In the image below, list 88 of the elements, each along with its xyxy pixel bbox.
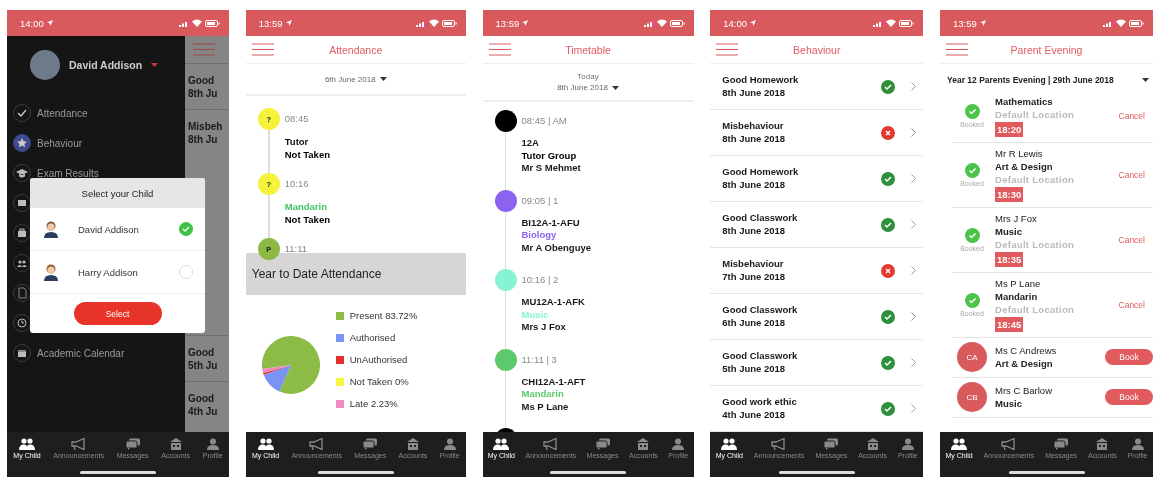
record-date: 7th June 2018 (722, 270, 786, 283)
record-date: 6th June 2018 (722, 316, 786, 329)
subject-name: Mathematics (995, 95, 1053, 108)
legend-label: Present 83.72% (349, 310, 418, 321)
status-time: 14:00 (20, 17, 44, 29)
record-date: 8th June 2018 (722, 178, 786, 191)
legend-label: Late 2.23% (349, 398, 398, 409)
record-date: 8th Ju (188, 132, 219, 146)
screen-title: Behaviour (792, 43, 842, 56)
session-time: 11:11 (284, 242, 309, 256)
lesson-time: 09:05 | 1 (521, 193, 560, 208)
record-title: Good Homework (722, 74, 799, 87)
legend-label: Not Taken 0% (349, 376, 409, 387)
legend-label: UnAuthorised (349, 354, 408, 365)
record-title: Misbeh (188, 119, 224, 133)
record-date: 4th June 2018 (722, 408, 786, 421)
record-date: 8th June 2018 (722, 132, 786, 145)
record-date: 4th Ju (188, 404, 219, 418)
child-name: David Addison (78, 223, 140, 235)
subject-name: Music (995, 225, 1022, 238)
day-label: Today (577, 72, 599, 81)
initials-avatar: CA (957, 342, 987, 372)
record-title: Good work ethic (722, 396, 797, 409)
teacher-name: Mrs J Fox (521, 321, 566, 334)
dialog-title: Select your Child (30, 178, 205, 208)
section-title: Year to Date Attendance (245, 253, 466, 295)
status-time: 13:59 (953, 17, 977, 29)
subject-name: Art & Design (995, 160, 1053, 173)
record-date: 5th Ju (188, 358, 219, 372)
time-tag: 18:35 (995, 252, 1024, 267)
teacher-name: Mr R Lewis (995, 147, 1043, 160)
record-title: Good Classwork (722, 350, 798, 363)
teacher-name: Mr S Mehmet (521, 162, 581, 175)
record-title: Good (188, 345, 216, 359)
initials-avatar: CB (957, 382, 987, 412)
session-time: 10:16 (284, 177, 310, 191)
legend-label: Authorised (349, 332, 396, 343)
location-text: Default Location (995, 303, 1075, 316)
lesson-code: CHI12A-1-AFT (521, 375, 586, 388)
teacher-name: Ms P Lane (521, 400, 569, 413)
attendance-mark: Not Taken (284, 148, 330, 161)
record-date: 5th June 2018 (722, 362, 786, 375)
teacher-name: Mrs C Barlow (995, 384, 1052, 397)
teacher-name: Mrs J Fox (995, 212, 1037, 225)
lesson-code: 12A (521, 137, 539, 150)
status-time: 13:59 (258, 17, 283, 29)
teacher-name: Ms C Andrews (995, 344, 1057, 357)
record-title: Good (188, 73, 216, 87)
time-tag: 18:20 (995, 122, 1024, 137)
lesson-time: 10:16 | 2 (521, 273, 560, 287)
child-name: Harry Addison (78, 266, 139, 278)
lesson-subject: Mandarin (521, 388, 564, 401)
record-title: Good (188, 391, 216, 405)
child-name: David Addison (69, 59, 143, 71)
record-title: Good Homework (722, 166, 799, 179)
record-date: 8th Ju (188, 86, 219, 100)
record-title: Misbehaviour (722, 258, 784, 271)
subject-name: Art & Design (995, 357, 1053, 370)
lesson-code: MU12A-1-AFK (521, 296, 585, 309)
screen-title: Attendance (328, 43, 384, 56)
record-title: Misbehaviour (722, 120, 784, 133)
lesson-code: BI12A-1-AFU (521, 216, 580, 229)
subject-name: Mandarin (995, 290, 1038, 303)
location-text: Default Location (995, 108, 1075, 121)
lesson-time: 11:11 | 3 (521, 352, 558, 367)
record-date: 8th June 2018 (722, 224, 786, 237)
teacher-name: Mr A Obenguye (521, 241, 591, 254)
time-tag: 18:45 (995, 317, 1024, 332)
location-text: Default Location (995, 173, 1075, 186)
subject-name: Music (995, 397, 1022, 410)
session-time: 08:45 (284, 112, 310, 126)
status-time: 13:59 (495, 17, 520, 29)
lesson-time: 08:45 | AM (521, 114, 568, 128)
record-date: 8th June 2018 (722, 86, 786, 99)
screen-title: Timetable (564, 43, 612, 56)
lesson-subject: Tutor Group (521, 149, 577, 162)
attendance-mark: Not Taken (284, 213, 330, 226)
record-title: Good Classwork (722, 304, 798, 317)
location-text: Default Location (995, 238, 1075, 251)
session-subject: Mandarin (284, 200, 327, 213)
record-title: Good Classwork (722, 212, 798, 225)
status-time: 14:00 (723, 17, 748, 29)
lesson-subject: Music (521, 308, 549, 321)
lesson-subject: Biology (521, 229, 557, 242)
time-tag: 18:30 (995, 187, 1024, 202)
teacher-name: Ms P Lane (995, 277, 1041, 290)
screen-title: Parent Evening (1009, 43, 1084, 56)
session-subject: Tutor (284, 135, 309, 148)
